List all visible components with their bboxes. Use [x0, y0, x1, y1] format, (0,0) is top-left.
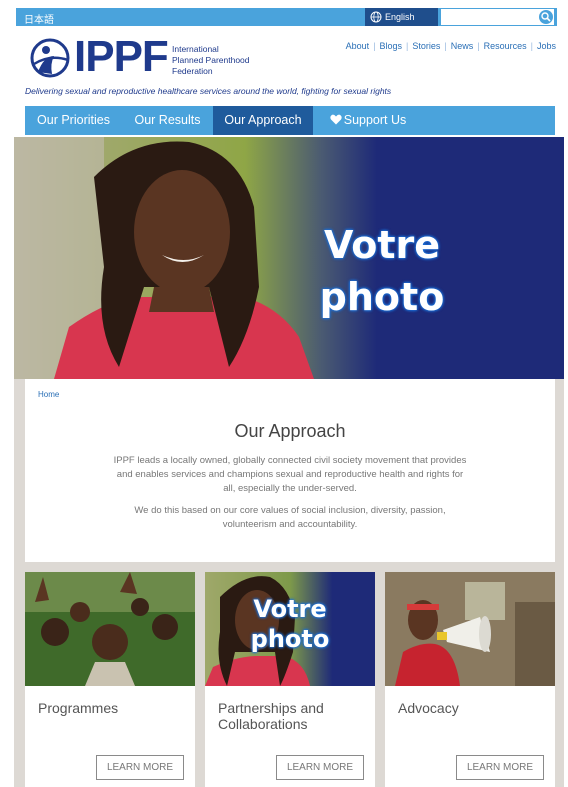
japanese-language-link[interactable]: 日本語 [24, 11, 54, 26]
breadcrumb[interactable]: Home [38, 390, 59, 399]
card-title: Advocacy [398, 700, 459, 716]
card-title: Programmes [38, 700, 119, 716]
about-link[interactable]: About [346, 41, 370, 51]
card-partnerships[interactable]: Votre photo Partnerships and Collaborati… [205, 572, 375, 787]
advocacy-photo [385, 572, 555, 686]
resources-link[interactable]: Resources [484, 41, 527, 51]
logo-wordmark[interactable]: IPPF [74, 32, 169, 82]
page-title: Our Approach [234, 421, 346, 441]
card-title: Partnerships and Collaborations [218, 700, 324, 732]
nav-our-approach[interactable]: Our Approach [213, 106, 313, 135]
top-utility-bar: 日本語 English [16, 8, 557, 26]
logo-subtitle-line: Planned Parenthood [172, 55, 250, 65]
heart-icon [330, 114, 342, 125]
card-programmes[interactable]: Programmes LEARN MORE [25, 572, 195, 787]
card-advocacy[interactable]: Advocacy LEARN MORE [385, 572, 555, 787]
learn-more-button[interactable]: LEARN MORE [456, 755, 544, 780]
globe-icon [370, 11, 382, 23]
separator: | [444, 41, 447, 51]
stories-link[interactable]: Stories [412, 41, 440, 51]
support-us-label: Support Us [343, 113, 407, 127]
blogs-link[interactable]: Blogs [380, 41, 403, 51]
nav-support-us[interactable]: Support Us [318, 106, 418, 135]
ippf-logo-icon[interactable] [28, 38, 72, 78]
overlay-word: Votre [323, 223, 441, 267]
jobs-link[interactable]: Jobs [537, 41, 556, 51]
hero-banner: Votre photo [14, 137, 564, 379]
hero-photo-placeholder [14, 137, 564, 379]
overlay-word: Votre [253, 595, 327, 623]
intro-paragraph: IPPF leads a locally owned, globally con… [113, 455, 467, 494]
utility-nav: About | Blogs | Stories | News | Resources | Jobs [346, 41, 556, 51]
values-paragraph: We do this based on our core values of s… [134, 505, 446, 530]
photo-placeholder-label: Votre photo [245, 594, 335, 654]
separator: | [406, 41, 409, 51]
separator: | [477, 41, 480, 51]
news-link[interactable]: News [451, 41, 474, 51]
separator: | [530, 41, 533, 51]
search-icon[interactable] [538, 9, 554, 25]
learn-more-button[interactable]: LEARN MORE [276, 755, 364, 780]
nav-our-results[interactable]: Our Results [122, 106, 213, 135]
logo-subtitle-line: Federation [172, 66, 213, 76]
main-nav: Our Priorities Our Results Our Approach … [25, 106, 555, 135]
logo-subtitle: International Planned Parenthood Federat… [172, 44, 262, 77]
overlay-word: photo [319, 275, 445, 319]
programmes-photo [25, 572, 195, 686]
logo-subtitle-line: International [172, 44, 219, 54]
tagline: Delivering sexual and reproductive healt… [25, 86, 392, 96]
nav-our-priorities[interactable]: Our Priorities [25, 106, 122, 135]
overlay-word: photo [250, 625, 330, 653]
separator: | [373, 41, 376, 51]
photo-placeholder-label: Votre photo [312, 219, 452, 323]
learn-more-button[interactable]: LEARN MORE [96, 755, 184, 780]
